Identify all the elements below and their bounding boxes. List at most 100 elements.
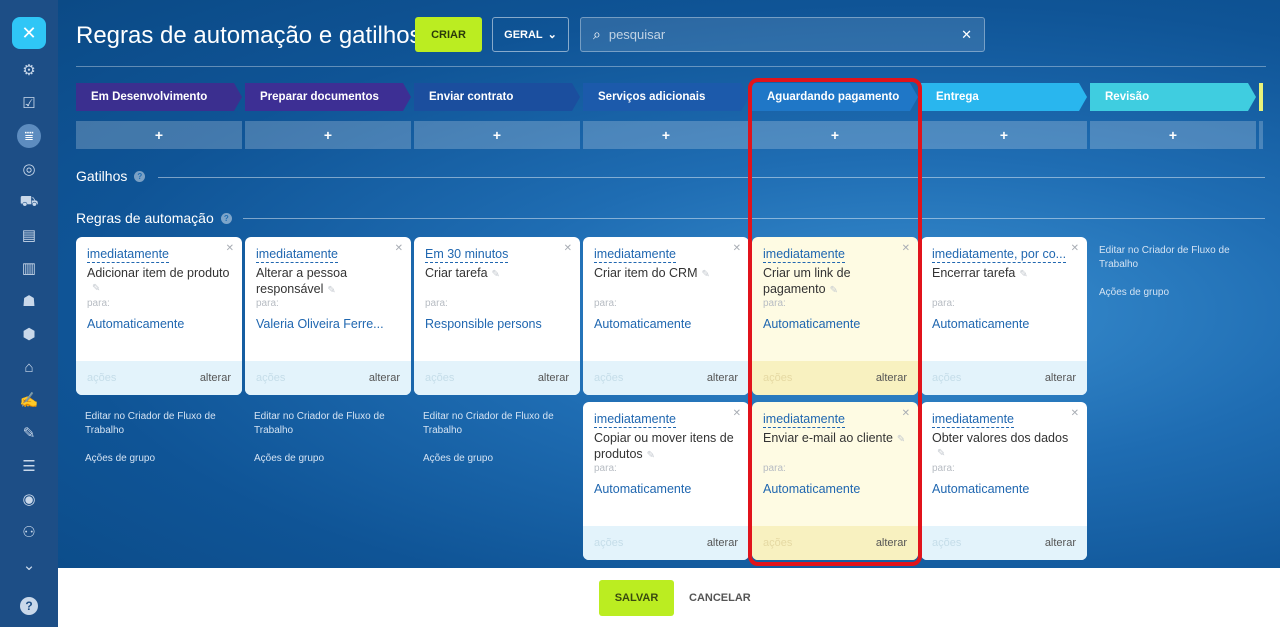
rule-card[interactable]: ✕ imediatamente Alterar a pessoa respons… — [245, 237, 411, 395]
rule-delay-link[interactable]: imediatamente — [932, 412, 1014, 428]
rule-target-link[interactable]: Automaticamente — [763, 317, 860, 331]
chart-icon[interactable]: ▥ — [17, 256, 41, 280]
add-rule-button[interactable]: + — [752, 121, 918, 149]
group-actions-link[interactable]: Ações de grupo — [1099, 286, 1239, 300]
stage-preparar-documentos[interactable]: Preparar documentos — [245, 83, 411, 111]
alterar-link[interactable]: alterar — [369, 372, 400, 384]
stage-revisao[interactable]: Revisão — [1090, 83, 1256, 111]
pencil-icon[interactable]: ✎ — [492, 269, 500, 280]
tasks-icon[interactable]: ☑ — [17, 91, 41, 115]
close-icon[interactable]: ✕ — [733, 408, 741, 419]
funnel-icon[interactable]: ⩸ — [17, 124, 41, 148]
add-rule-button[interactable]: + — [76, 121, 242, 149]
add-rule-button[interactable]: + — [921, 121, 1087, 149]
pencil-icon[interactable]: ✎ — [702, 269, 710, 280]
pencil-icon[interactable]: ✎ — [92, 283, 100, 294]
cart-icon[interactable]: ⛟ — [17, 190, 41, 214]
close-icon[interactable]: ✕ — [902, 243, 910, 254]
robot-icon[interactable]: ☗ — [17, 289, 41, 313]
alterar-link[interactable]: alterar — [876, 372, 907, 384]
help-icon[interactable]: ? — [220, 212, 232, 224]
alterar-link[interactable]: alterar — [707, 372, 738, 384]
pencil-icon[interactable]: ✎ — [647, 450, 655, 461]
edit-in-designer-link[interactable]: Editar no Criador de Fluxo de Trabalho — [85, 410, 235, 438]
rule-target-link[interactable]: Automaticamente — [932, 482, 1029, 496]
signature-icon[interactable]: ✍ — [17, 388, 41, 412]
pencil-icon[interactable]: ✎ — [327, 285, 335, 296]
alterar-link[interactable]: alterar — [1045, 372, 1076, 384]
close-icon[interactable]: ✕ — [226, 243, 234, 254]
rule-delay-link[interactable]: Em 30 minutos — [425, 247, 509, 263]
rule-delay-link[interactable]: imediatamente — [763, 412, 845, 428]
activity-icon[interactable]: ⚙ — [17, 58, 41, 82]
alterar-link[interactable]: alterar — [876, 537, 907, 549]
search-box[interactable]: ⌕ ✕ — [580, 17, 985, 52]
target-icon[interactable]: ◎ — [17, 157, 41, 181]
group-actions-link[interactable]: Ações de grupo — [85, 452, 235, 466]
search-input[interactable] — [608, 27, 929, 42]
contact-card-icon[interactable]: ▤ — [17, 223, 41, 247]
rule-target-link[interactable]: Valeria Oliveira Ferre... — [256, 317, 384, 331]
rule-target-link[interactable]: Automaticamente — [87, 317, 184, 331]
alterar-link[interactable]: alterar — [200, 372, 231, 384]
close-icon[interactable]: ✕ — [395, 243, 403, 254]
edit-in-designer-link[interactable]: Editar no Criador de Fluxo de Trabalho — [254, 410, 404, 438]
stage-enviar-contrato[interactable]: Enviar contrato — [414, 83, 580, 111]
pencil-icon[interactable]: ✎ — [937, 448, 945, 459]
rule-delay-link[interactable]: imediatamente — [763, 247, 845, 263]
circle-icon[interactable]: ◉ — [17, 487, 41, 511]
pencil-icon[interactable]: ✎ — [830, 285, 838, 296]
rule-delay-link[interactable]: imediatamente — [256, 247, 338, 263]
stage-aguardando-pagamento[interactable]: Aguardando pagamento — [752, 83, 918, 111]
rule-card[interactable]: ✕ imediatamente Criar um link de pagamen… — [752, 237, 918, 395]
clear-icon[interactable]: ✕ — [961, 27, 972, 43]
pencil-icon[interactable]: ✎ — [1019, 269, 1027, 280]
edit-in-designer-link[interactable]: Editar no Criador de Fluxo de Trabalho — [1099, 244, 1239, 272]
add-rule-button[interactable]: + — [583, 121, 749, 149]
close-button[interactable]: ✕ — [12, 17, 46, 49]
help-icon[interactable]: ? — [20, 597, 38, 615]
add-rule-button[interactable]: + — [245, 121, 411, 149]
checklist-icon[interactable]: ☰ — [17, 454, 41, 478]
filter-dropdown[interactable]: GERAL ⌄ — [492, 17, 569, 52]
group-actions-link[interactable]: Ações de grupo — [254, 452, 404, 466]
rule-target-link[interactable]: Automaticamente — [594, 317, 691, 331]
rule-delay-link[interactable]: imediatamente — [594, 247, 676, 263]
stage-servicos-adicionais[interactable]: Serviços adicionais — [583, 83, 749, 111]
save-button[interactable]: SALVAR — [599, 580, 674, 616]
close-icon[interactable]: ✕ — [733, 243, 741, 254]
alterar-link[interactable]: alterar — [1045, 537, 1076, 549]
stage-entrega[interactable]: Entrega — [921, 83, 1087, 111]
rule-card[interactable]: ✕ imediatamente, por co... Encerrar tare… — [921, 237, 1087, 395]
add-rule-button[interactable]: + — [414, 121, 580, 149]
rule-card[interactable]: ✕ imediatamente Copiar ou mover itens de… — [583, 402, 749, 560]
rule-card[interactable]: ✕ imediatamente Enviar e-mail ao cliente… — [752, 402, 918, 560]
rule-card[interactable]: ✕ Em 30 minutos Criar tarefa ✎ para: Resp… — [414, 237, 580, 395]
group-actions-link[interactable]: Ações de grupo — [423, 452, 573, 466]
edit-icon[interactable]: ✎ — [17, 421, 41, 445]
add-rule-button[interactable]: + — [1090, 121, 1256, 149]
bank-icon[interactable]: ⌂ — [17, 355, 41, 379]
cancel-button[interactable]: CANCELAR — [682, 580, 758, 616]
rule-target-link[interactable]: Automaticamente — [594, 482, 691, 496]
edit-in-designer-link[interactable]: Editar no Criador de Fluxo de Trabalho — [423, 410, 573, 438]
rule-target-link[interactable]: Responsible persons — [425, 317, 542, 331]
rule-card[interactable]: ✕ imediatamente Adicionar item de produt… — [76, 237, 242, 395]
close-icon[interactable]: ✕ — [902, 408, 910, 419]
rule-card[interactable]: ✕ imediatamente Criar item do CRM ✎ para:… — [583, 237, 749, 395]
close-icon[interactable]: ✕ — [1071, 243, 1079, 254]
rule-delay-link[interactable]: imediatamente — [87, 247, 169, 263]
close-icon[interactable]: ✕ — [564, 243, 572, 254]
create-button[interactable]: CRIAR — [415, 17, 482, 52]
help-icon[interactable]: ? — [134, 170, 146, 182]
rule-card[interactable]: ✕ imediatamente Obter valores dos dados … — [921, 402, 1087, 560]
rule-target-link[interactable]: Automaticamente — [932, 317, 1029, 331]
chevron-down-icon[interactable]: ⌄ — [17, 553, 41, 577]
box-icon[interactable]: ⬢ — [17, 322, 41, 346]
rule-target-link[interactable]: Automaticamente — [763, 482, 860, 496]
stage-em-desenvolvimento[interactable]: Em Desenvolvimento — [76, 83, 242, 111]
rule-delay-link[interactable]: imediatamente — [594, 412, 676, 428]
alterar-link[interactable]: alterar — [707, 537, 738, 549]
alterar-link[interactable]: alterar — [538, 372, 569, 384]
team-icon[interactable]: ⚇ — [17, 520, 41, 544]
